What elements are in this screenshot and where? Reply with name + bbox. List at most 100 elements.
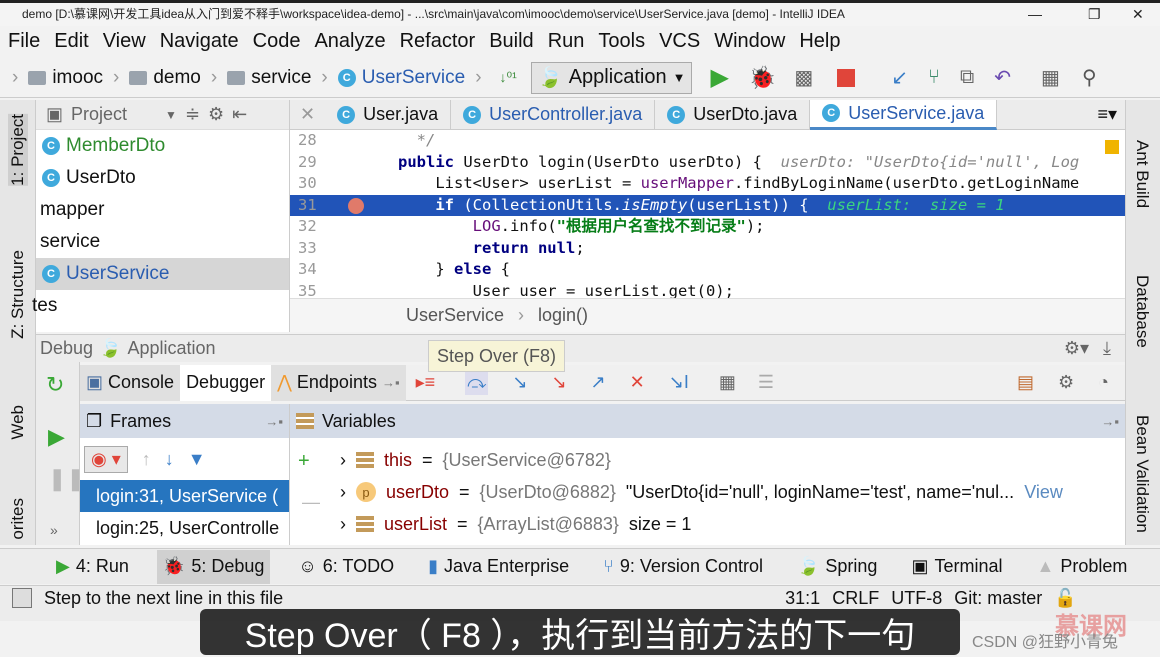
revert-icon[interactable]: ↶ — [994, 65, 1011, 90]
tree-item-userdto[interactable]: C UserDto — [36, 162, 289, 194]
tool-problems[interactable]: ▲ Problem — [1030, 550, 1133, 584]
tool-ant-build[interactable]: Ant Build — [1132, 140, 1152, 208]
code-line[interactable]: 34 } else { — [290, 259, 1125, 281]
code-line[interactable]: 28 */ — [290, 130, 1125, 152]
more-icon[interactable]: » — [50, 522, 58, 538]
tool-debug[interactable]: 🐞 5: Debug — [156, 549, 271, 584]
git-branch[interactable]: Git: master — [954, 588, 1042, 609]
toggle-tool-windows-icon[interactable] — [12, 588, 32, 608]
menu-edit[interactable]: Edit — [54, 30, 88, 53]
tool-todo[interactable]: ☺ 6: TODO — [292, 550, 400, 584]
tool-run[interactable]: ▶ 4: Run — [50, 550, 135, 584]
menu-code[interactable]: Code — [253, 30, 301, 53]
expand-icon[interactable]: › — [340, 482, 346, 503]
tool-database[interactable]: Database — [1132, 275, 1152, 348]
build-icon[interactable]: ↓⁰¹ — [500, 69, 517, 86]
tree-item-mapper[interactable]: mapper — [36, 194, 289, 226]
debug-icon[interactable]: 🐞 — [749, 65, 776, 91]
crumb-demo[interactable]: demo — [129, 67, 201, 89]
tab-userservice-java[interactable]: C UserService.java — [810, 99, 998, 130]
file-encoding[interactable]: UTF-8 — [891, 588, 942, 609]
menu-refactor[interactable]: Refactor — [400, 30, 476, 53]
close-button[interactable]: ✕ — [1132, 3, 1144, 25]
tree-item-userservice[interactable]: C UserService — [36, 258, 289, 290]
view-link[interactable]: View — [1024, 482, 1063, 503]
tab-list-icon[interactable]: ≡▾ — [1089, 104, 1125, 125]
remove-watch-icon[interactable]: — — [302, 492, 320, 513]
up-arrow-icon[interactable]: ↑ — [142, 449, 151, 470]
code-line[interactable]: 35 User user = userList.get(0); — [290, 281, 1125, 299]
menu-tools[interactable]: Tools — [598, 30, 645, 53]
code-line[interactable]: 30 List<User> userList = userMapper.find… — [290, 173, 1125, 195]
expand-icon[interactable]: › — [340, 514, 346, 535]
restore-layout-icon[interactable]: ▤ — [1017, 372, 1034, 393]
project-structure-icon[interactable]: ▦ — [1041, 65, 1060, 90]
tool-spring[interactable]: 🍃 Spring — [791, 550, 883, 584]
trace-icon[interactable]: ☰ — [758, 372, 774, 393]
run-to-cursor-icon[interactable]: ↘I — [669, 372, 689, 393]
tab-usercontroller-java[interactable]: C UserController.java — [451, 99, 656, 130]
filter-icon[interactable]: ▼ — [188, 449, 206, 470]
overhead-icon[interactable]: ◔ — [1098, 372, 1109, 393]
tool-java-enterprise[interactable]: ▮ Java Enterprise — [422, 550, 575, 584]
tab-console[interactable]: ▣ Console — [80, 364, 181, 401]
tab-debugger[interactable]: Debugger — [180, 364, 272, 401]
down-arrow-icon[interactable]: ↓ — [165, 449, 174, 470]
compare-icon[interactable]: ⧉ — [960, 66, 974, 89]
coverage-icon[interactable]: ▩ — [794, 65, 813, 90]
tab-user-java[interactable]: C User.java — [325, 99, 452, 130]
variable-row[interactable]: › this = {UserService@6782} — [290, 444, 1125, 476]
tab-userdto-java[interactable]: C UserDto.java — [655, 99, 811, 130]
run-icon[interactable]: ▶ — [710, 63, 728, 92]
rerun-icon[interactable]: ↻ — [46, 372, 64, 398]
crumb-service[interactable]: service — [227, 67, 311, 89]
tree-item-test[interactable]: tes — [28, 290, 289, 322]
line-separator[interactable]: CRLF — [832, 588, 879, 609]
debug-config-tab[interactable]: Application — [127, 338, 215, 359]
frame-item[interactable]: login:31, UserService ( — [80, 480, 289, 512]
hide-icon[interactable]: ⇤ — [232, 104, 247, 125]
code-line-current[interactable]: 31 if (CollectionUtils.isEmpty(userList)… — [290, 194, 1125, 216]
code-line[interactable]: 32 LOG.info("根据用户名查找不到记录"); — [290, 216, 1125, 238]
variable-row[interactable]: › userList = {ArrayList@6883} size = 1 — [290, 508, 1125, 540]
force-step-into-icon[interactable]: ↘ — [551, 372, 566, 393]
tool-project[interactable]: 1: Project — [8, 114, 28, 186]
hide-panel-icon[interactable]: ⤓ — [1103, 338, 1111, 359]
vcs-icon[interactable]: ⑂ — [928, 66, 940, 89]
code-editor[interactable]: 28 */29 public UserDto login(UserDto user… — [290, 130, 1125, 298]
maximize-button[interactable]: ❐ — [1088, 3, 1101, 25]
update-project-icon[interactable]: ↙ — [891, 65, 908, 90]
menu-run[interactable]: Run — [548, 30, 585, 53]
menu-help[interactable]: Help — [799, 30, 840, 53]
tool-structure[interactable]: Z: Structure — [8, 250, 28, 339]
evaluate-icon[interactable]: ▦ — [719, 372, 736, 393]
tool-terminal[interactable]: ▣ Terminal — [905, 550, 1008, 584]
expand-icon[interactable]: › — [340, 450, 346, 471]
stop-icon[interactable] — [837, 68, 856, 87]
menu-navigate[interactable]: Navigate — [160, 30, 239, 53]
frame-item[interactable]: login:25, UserControlle — [80, 512, 289, 544]
add-watch-icon[interactable]: + — [298, 450, 310, 473]
search-icon[interactable]: ⚲ — [1082, 65, 1097, 90]
memory-icon[interactable]: ⚙ — [1058, 372, 1074, 393]
gear-icon[interactable]: ⚙ — [208, 104, 224, 125]
breakpoint-icon[interactable] — [348, 197, 364, 214]
minimize-button[interactable]: — — [1028, 3, 1042, 25]
gear-icon[interactable]: ⚙▾ — [1064, 338, 1089, 359]
cursor-position[interactable]: 31:1 — [785, 588, 820, 609]
collapse-icon[interactable]: ≑ — [185, 104, 200, 125]
step-over-icon[interactable]: ⤼ — [465, 370, 489, 395]
code-line[interactable]: 29 public UserDto login(UserDto userDto) … — [290, 152, 1125, 174]
menu-view[interactable]: View — [103, 30, 146, 53]
close-icon[interactable]: ✕ — [290, 104, 325, 125]
tool-bean-validation[interactable]: Bean Validation — [1132, 415, 1152, 533]
step-into-icon[interactable]: ↘ — [512, 372, 527, 393]
menu-vcs[interactable]: VCS — [659, 30, 700, 53]
crumb-userservice[interactable]: C UserService — [337, 67, 465, 89]
pin-icon[interactable]: →▪ — [1101, 414, 1119, 429]
project-view-select[interactable]: Project — [71, 104, 127, 125]
crumb-class[interactable]: UserService — [406, 305, 504, 326]
crumb-method[interactable]: login() — [538, 305, 588, 326]
show-execution-point-icon[interactable]: ▸≡ — [416, 372, 436, 393]
step-out-icon[interactable]: ↗ — [591, 372, 606, 393]
